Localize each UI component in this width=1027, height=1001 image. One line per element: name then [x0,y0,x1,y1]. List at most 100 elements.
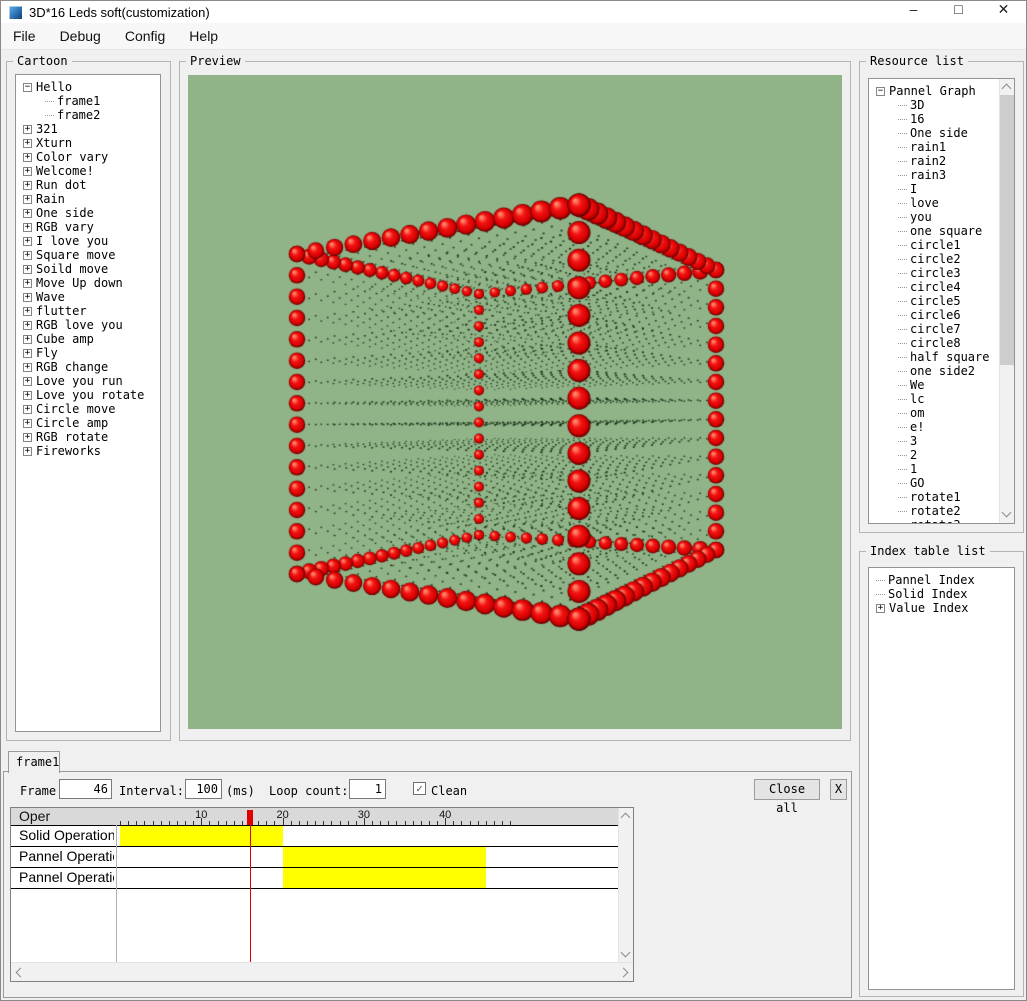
tree-item-label[interactable]: 1 [910,462,917,476]
tree-item-label[interactable]: Run dot [36,178,87,192]
tree-item-label[interactable]: Cube amp [36,332,94,346]
close-frame-button[interactable]: X [830,779,847,800]
expand-icon[interactable]: + [23,432,32,442]
menu-file[interactable]: File [1,28,48,44]
tree-item-label[interactable]: Hello [36,80,72,94]
tree-item[interactable]: One side [874,126,999,140]
scroll-down-icon[interactable] [1001,507,1012,518]
tree-item[interactable]: 2 [874,448,999,462]
tree-item[interactable]: + Cube amp [21,332,160,346]
tree-item-label[interactable]: love [910,196,939,210]
tree-item-label[interactable]: Fly [36,346,58,360]
tree-item-label[interactable]: Color vary [36,150,108,164]
tree-item[interactable]: I [874,182,999,196]
tree-item-label[interactable]: 321 [36,122,58,136]
expand-icon[interactable]: + [23,320,32,330]
tree-item[interactable]: Solid Index [874,587,1014,601]
minimize-button[interactable]: – [891,1,936,23]
tree-item[interactable]: one square [874,224,999,238]
tree-item-label[interactable]: circle5 [910,294,961,308]
timeline-ruler[interactable]: Oper 10 20 30 40 [11,808,620,825]
tree-item[interactable]: lc [874,392,999,406]
tree-item-label[interactable]: Welcome! [36,164,94,178]
tree-item-label[interactable]: Move Up down [36,276,123,290]
tree-item-label[interactable]: one square [910,224,982,238]
tree-item-label[interactable]: Pannel Graph [889,84,976,98]
tree-item[interactable]: + Square move [21,248,160,262]
tree-item-label[interactable]: Wave [36,290,65,304]
tree-item[interactable]: + Love you run [21,374,160,388]
interval-input[interactable] [185,779,222,799]
expand-icon[interactable]: + [23,334,32,344]
expand-icon[interactable]: + [23,362,32,372]
tree-item[interactable]: + flutter [21,304,160,318]
tree-item-label[interactable]: rotate2 [910,504,961,518]
tree-item-label[interactable]: half square [910,350,989,364]
tree-item[interactable]: rain1 [874,140,999,154]
collapse-icon[interactable]: − [876,86,885,96]
frame-input[interactable] [59,779,112,799]
expand-icon[interactable]: + [23,152,32,162]
tree-item-label[interactable]: 2 [910,448,917,462]
expand-icon[interactable]: + [23,222,32,232]
tree-item-label[interactable]: Love you run [36,374,123,388]
tree-item[interactable]: GO [874,476,999,490]
tree-item[interactable]: you [874,210,999,224]
timeline-playhead[interactable] [247,810,254,825]
tree-item-label[interactable]: e! [910,420,924,434]
tree-item[interactable]: + Rain [21,192,160,206]
tree-item-label[interactable]: Soild move [36,262,108,276]
timeline-bar[interactable] [120,826,283,846]
tree-item-label[interactable]: 3D [910,98,924,112]
tree-item[interactable]: Pannel Index [874,573,1014,587]
tree-item[interactable]: + Fly [21,346,160,360]
tree-item[interactable]: circle5 [874,294,999,308]
tree-item-label[interactable]: We [910,378,924,392]
timeline-hscrollbar[interactable] [11,962,633,981]
tree-item[interactable]: + Circle move [21,402,160,416]
tree-item-label[interactable]: 16 [910,112,924,126]
tree-item-label[interactable]: circle6 [910,308,961,322]
tree-item[interactable]: + Value Index [874,601,1014,615]
tree-item[interactable]: circle2 [874,252,999,266]
tree-item[interactable]: − Pannel Graph [874,84,999,98]
tree-item-label[interactable]: lc [910,392,924,406]
expand-icon[interactable]: + [23,264,32,274]
tree-item-label[interactable]: One side [910,126,968,140]
tree-item-label[interactable]: Solid Index [888,587,967,601]
tree-item-label[interactable]: circle4 [910,280,961,294]
tree-item[interactable]: frame1 [21,94,160,108]
expand-icon[interactable]: + [23,208,32,218]
expand-icon[interactable]: + [23,278,32,288]
scroll-left-icon[interactable] [15,967,26,978]
tree-item[interactable]: circle7 [874,322,999,336]
tree-item[interactable]: + RGB change [21,360,160,374]
tree-item[interactable]: 16 [874,112,999,126]
tree-item[interactable]: circle4 [874,280,999,294]
tree-item-label[interactable]: 3 [910,434,917,448]
expand-icon[interactable]: + [23,390,32,400]
tree-item-label[interactable]: Fireworks [36,444,101,458]
expand-icon[interactable]: + [23,306,32,316]
tree-item-label[interactable]: Rain [36,192,65,206]
timeline-vscrollbar[interactable] [618,808,633,963]
expand-icon[interactable]: + [876,603,885,613]
tree-item[interactable]: circle6 [874,308,999,322]
tree-item[interactable]: love [874,196,999,210]
tree-item[interactable]: +321 [21,122,160,136]
tree-item-label[interactable]: RGB vary [36,220,94,234]
tree-item[interactable]: rotate3 [874,518,999,523]
resource-scrollbar[interactable] [999,79,1014,523]
tree-item[interactable]: circle8 [874,336,999,350]
tree-item-label[interactable]: Xturn [36,136,72,150]
tree-item[interactable]: e! [874,420,999,434]
tree-item-label[interactable]: I love you [36,234,108,248]
tree-item[interactable]: rotate2 [874,504,999,518]
expand-icon[interactable]: + [23,292,32,302]
tree-item[interactable]: rain3 [874,168,999,182]
tree-item-label[interactable]: circle2 [910,252,961,266]
tree-item-label[interactable]: Value Index [889,601,968,615]
tree-item-label[interactable]: you [910,210,932,224]
tree-item-label[interactable]: one side2 [910,364,975,378]
tree-item[interactable]: rain2 [874,154,999,168]
